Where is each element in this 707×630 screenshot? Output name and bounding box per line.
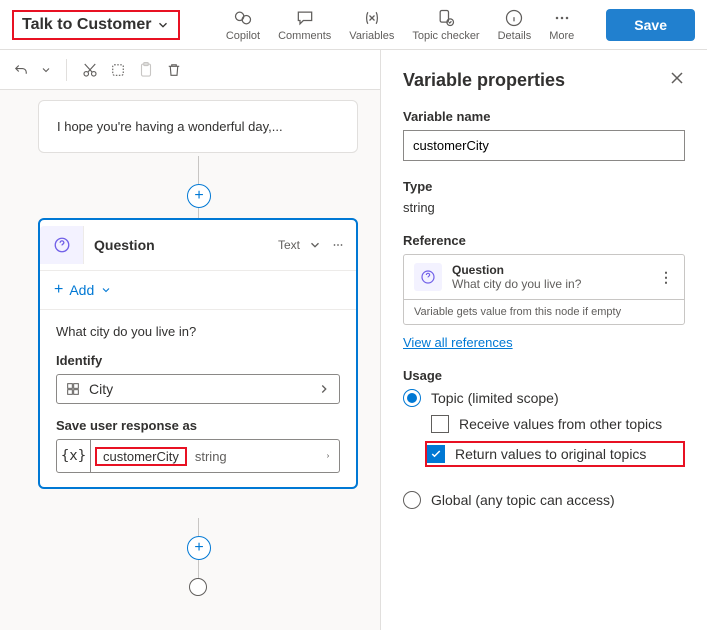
return-values-checkbox[interactable] — [427, 445, 445, 463]
question-node[interactable]: Question Text + Add What city do you liv… — [38, 218, 358, 489]
checkbox-unchecked-icon — [431, 415, 449, 433]
save-button[interactable]: Save — [606, 9, 695, 41]
add-question-option[interactable]: + Add — [40, 271, 356, 310]
topic-checker-button[interactable]: Topic checker — [412, 8, 479, 42]
comment-icon — [295, 8, 315, 28]
undo-button[interactable] — [12, 61, 30, 79]
panel-title: Variable properties — [403, 70, 565, 91]
question-text: What city do you live in? — [56, 324, 340, 339]
delete-button[interactable] — [165, 61, 183, 79]
variable-name: customerCity — [95, 447, 187, 466]
check-icon — [430, 448, 442, 460]
question-ref-icon — [414, 263, 442, 291]
usage-global-radio[interactable]: Global (any topic can access) — [403, 491, 685, 509]
connector-line — [198, 208, 199, 218]
variable-name-input[interactable] — [403, 130, 685, 161]
undo-dropdown[interactable] — [40, 61, 52, 79]
variable-icon: {x} — [57, 440, 91, 472]
reference-box: Question What city do you live in? ⋮ Var… — [403, 254, 685, 325]
type-value: string — [403, 200, 685, 215]
node-more-icon[interactable] — [330, 238, 346, 252]
add-node-button[interactable]: + — [187, 536, 211, 560]
reference-label: Reference — [403, 233, 685, 248]
usage-topic-radio[interactable]: Topic (limited scope) — [403, 389, 685, 407]
more-icon — [552, 8, 572, 28]
save-response-label: Save user response as — [56, 418, 340, 433]
message-text: I hope you're having a wonderful day,... — [57, 119, 283, 134]
reference-more-button[interactable]: ⋮ — [659, 269, 674, 286]
chevron-down-icon[interactable] — [308, 238, 322, 252]
plus-icon: + — [54, 281, 63, 299]
close-button[interactable] — [669, 70, 685, 91]
paste-button[interactable] — [137, 61, 155, 79]
topic-checker-icon — [436, 8, 456, 28]
reference-title: Question — [452, 263, 581, 277]
chevron-down-icon — [100, 284, 112, 296]
topic-name-dropdown[interactable]: Talk to Customer — [12, 10, 180, 40]
add-node-button[interactable]: + — [187, 184, 211, 208]
question-type-label: Text — [278, 238, 300, 252]
comments-button[interactable]: Comments — [278, 8, 331, 42]
entity-icon — [65, 381, 81, 397]
connector-line — [198, 518, 199, 536]
connector-line — [198, 560, 199, 578]
variables-button[interactable]: Variables — [349, 8, 394, 42]
chevron-down-icon — [156, 18, 170, 32]
variable-type: string — [187, 449, 235, 464]
reference-note: Variable gets value from this node if em… — [404, 299, 684, 324]
save-response-field[interactable]: {x} customerCity string — [56, 439, 340, 473]
reference-subtitle: What city do you live in? — [452, 277, 581, 291]
variable-properties-panel: Variable properties Variable name Type s… — [380, 50, 707, 630]
view-all-references-link[interactable]: View all references — [403, 335, 513, 350]
cut-button[interactable] — [81, 61, 99, 79]
connector-line — [198, 156, 199, 184]
chevron-right-icon — [317, 382, 331, 396]
info-icon — [504, 8, 524, 28]
close-icon — [669, 70, 685, 86]
identify-value: City — [89, 381, 113, 397]
receive-values-checkbox[interactable]: Receive values from other topics — [431, 415, 685, 433]
copilot-button[interactable]: Copilot — [226, 8, 260, 42]
chevron-right-icon — [325, 449, 339, 463]
variables-icon — [362, 8, 382, 28]
question-node-icon — [40, 226, 84, 264]
more-button[interactable]: More — [549, 8, 574, 42]
copilot-icon — [233, 8, 253, 28]
usage-label: Usage — [403, 368, 685, 383]
end-node — [189, 578, 207, 596]
return-values-label: Return values to original topics — [455, 446, 646, 462]
message-node[interactable]: I hope you're having a wonderful day,... — [38, 100, 358, 153]
variable-name-label: Variable name — [403, 109, 685, 124]
identify-field[interactable]: City — [56, 374, 340, 404]
topic-name-label: Talk to Customer — [22, 16, 152, 34]
radio-unselected-icon — [403, 491, 421, 509]
authoring-canvas[interactable]: I hope you're having a wonderful day,...… — [0, 90, 380, 630]
identify-label: Identify — [56, 353, 340, 368]
type-label: Type — [403, 179, 685, 194]
details-button[interactable]: Details — [498, 8, 532, 42]
copy-button[interactable] — [109, 61, 127, 79]
question-node-title: Question — [94, 237, 278, 253]
radio-selected-icon — [403, 389, 421, 407]
